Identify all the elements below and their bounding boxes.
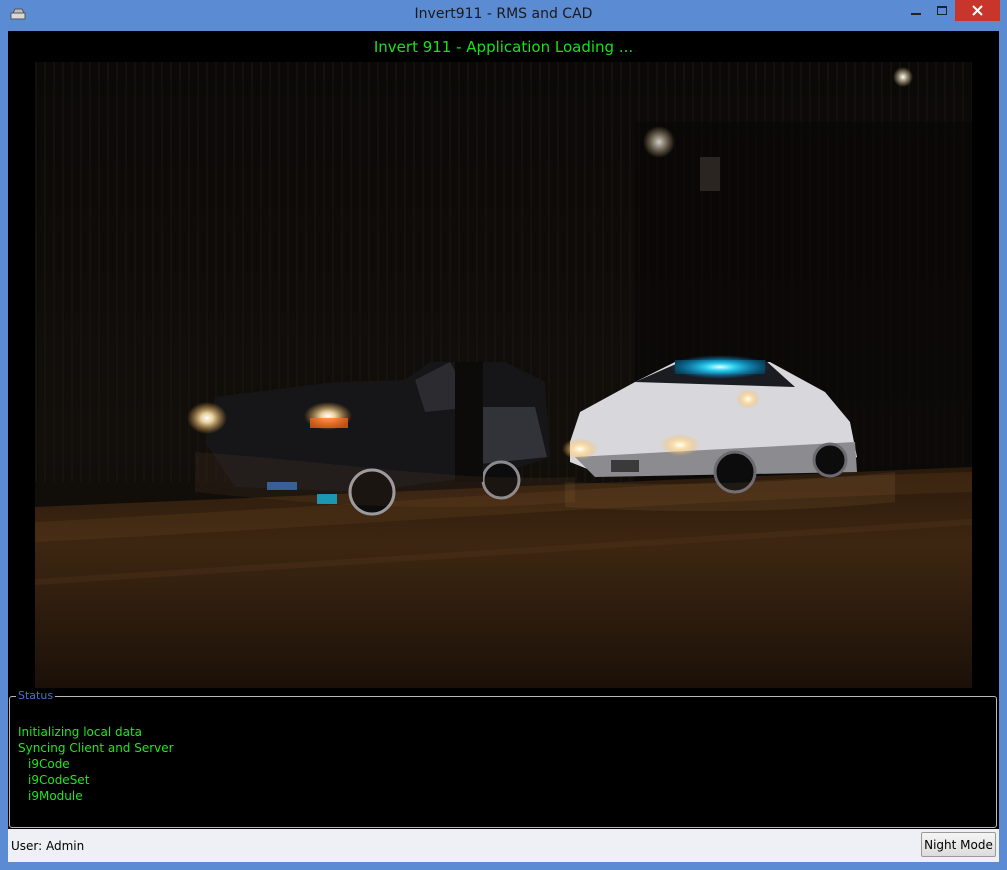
status-bar: User: Admin Night Mode: [8, 829, 999, 862]
maximize-icon: [937, 5, 947, 15]
status-group: Status Initializing local data Syncing C…: [9, 689, 997, 828]
maximize-button[interactable]: [929, 0, 955, 21]
status-line: i9CodeSet: [28, 773, 90, 787]
night-mode-button[interactable]: Night Mode: [921, 832, 996, 857]
app-window: Invert911 - RMS and CAD Invert 911 - App…: [0, 0, 1007, 870]
status-line: i9Module: [28, 789, 83, 803]
window-title: Invert911 - RMS and CAD: [414, 6, 593, 22]
close-icon: [972, 5, 983, 16]
close-button[interactable]: [955, 0, 1000, 21]
minimize-button[interactable]: [903, 0, 929, 21]
status-log: Initializing local data Syncing Client a…: [18, 724, 174, 804]
status-line: Initializing local data: [18, 725, 143, 739]
status-line: i9Code: [28, 757, 70, 771]
status-legend: Status: [16, 689, 56, 702]
user-label: User: Admin: [11, 839, 85, 853]
loading-title: Invert 911 - Application Loading ...: [373, 38, 634, 56]
splash-image: [35, 62, 972, 688]
title-bar[interactable]: Invert911 - RMS and CAD: [0, 0, 1007, 30]
client-area: Invert 911 - Application Loading ... Sta…: [8, 31, 999, 862]
minimize-icon: [911, 12, 921, 15]
status-line: Syncing Client and Server: [18, 741, 174, 755]
